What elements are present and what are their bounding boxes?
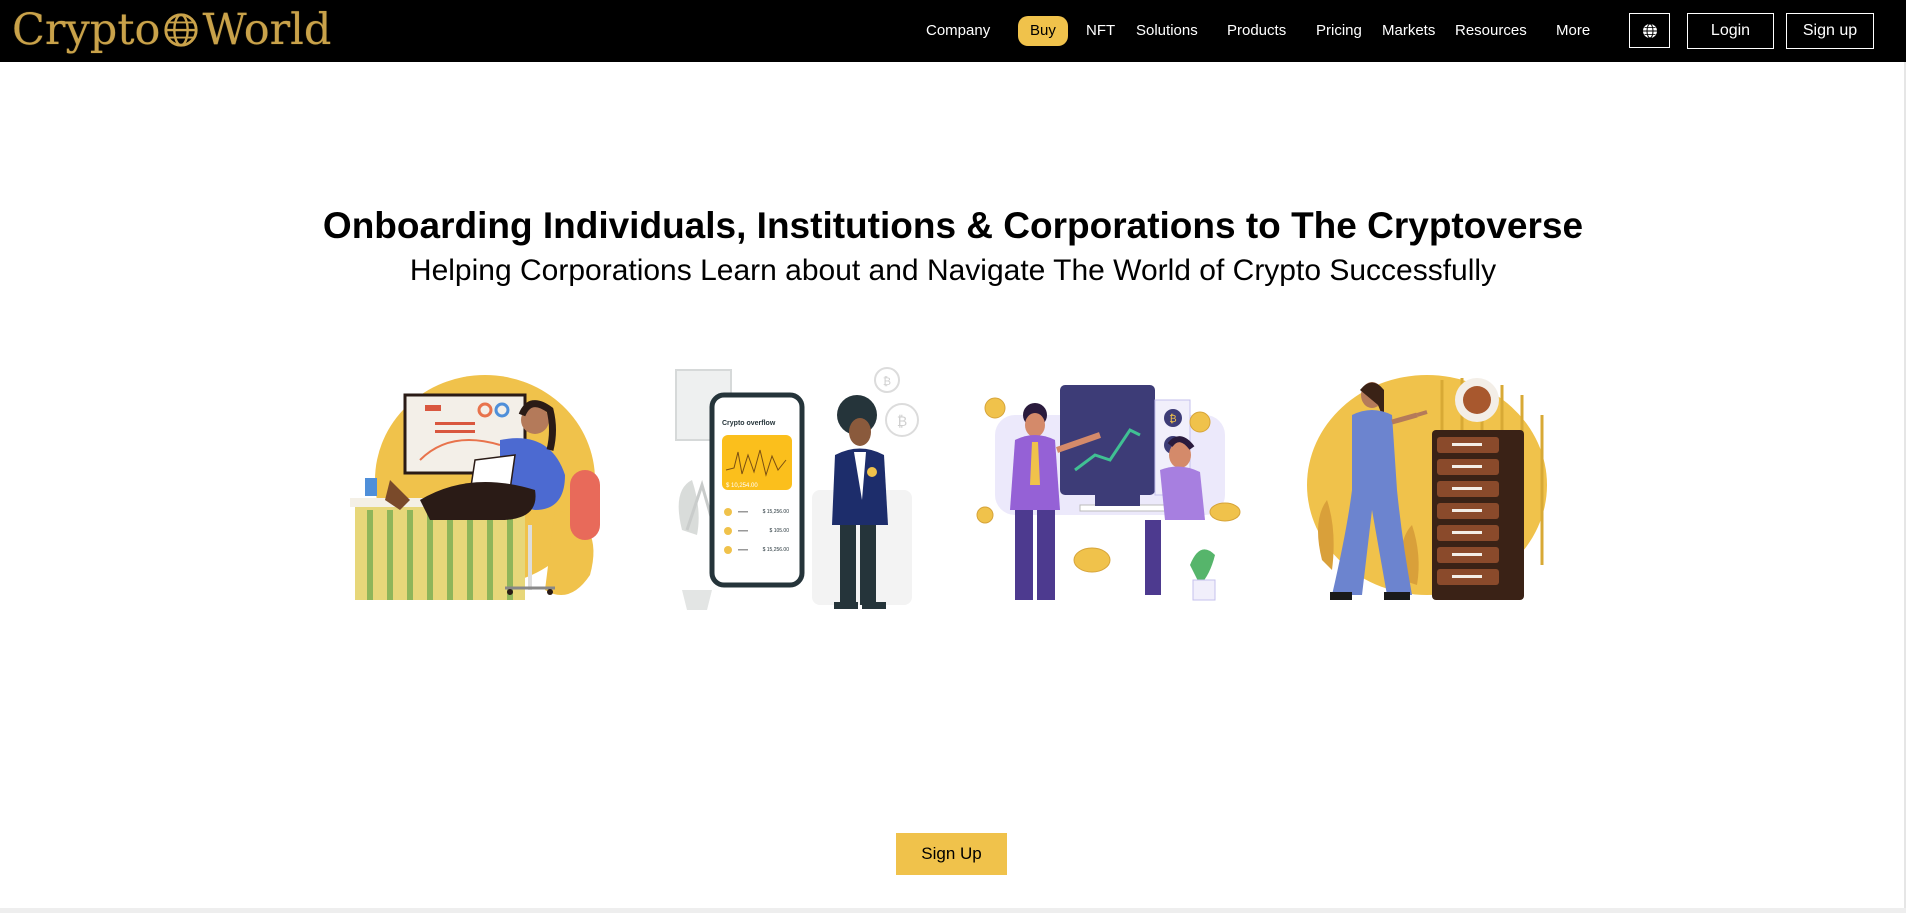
illustration-analyst-laptop: [350, 375, 600, 600]
nav-more[interactable]: More: [1556, 20, 1590, 42]
svg-text:₿: ₿: [897, 414, 907, 430]
phone-row-3: $ 15,256.00: [763, 547, 790, 553]
logo-text-left: Crypto: [12, 5, 161, 55]
illustration-woman-server-rack: [1307, 375, 1547, 600]
phone-row-2: $ 105.00: [770, 528, 790, 534]
svg-text:₿: ₿: [883, 375, 891, 388]
illustration-team-crypto-chart: ₿: [976, 385, 1241, 601]
hero-title: Onboarding Individuals, Institutions & C…: [322, 205, 1584, 246]
hero-signup-button[interactable]: Sign Up: [896, 833, 1007, 875]
signup-button[interactable]: Sign up: [1786, 13, 1874, 49]
nav-resources[interactable]: Resources: [1455, 20, 1527, 42]
illustration-phone-crypto-app: ₿ ₿ Crypto overflow $ 10,254.00 $ 15,256…: [675, 367, 919, 610]
hero-subtitle: Helping Corporations Learn about and Nav…: [409, 254, 1497, 287]
page-bottom-divider: [0, 908, 1906, 913]
nav-solutions[interactable]: Solutions: [1136, 20, 1198, 42]
nav-company[interactable]: Company: [926, 20, 990, 42]
brand-logo[interactable]: Crypto World: [12, 4, 331, 56]
logo-text-right: World: [202, 5, 332, 55]
logo-globe-icon: [164, 13, 199, 47]
svg-text:₿: ₿: [1169, 413, 1176, 425]
phone-row-1: $ 15,256.00: [763, 509, 790, 515]
nav-pricing[interactable]: Pricing: [1316, 20, 1362, 42]
nav-markets[interactable]: Markets: [1382, 20, 1435, 42]
login-button[interactable]: Login: [1687, 13, 1774, 49]
nav-nft[interactable]: NFT: [1086, 20, 1115, 42]
phone-app-title: Crypto overflow: [722, 420, 776, 427]
nav-products[interactable]: Products: [1227, 20, 1286, 42]
globe-icon: [1642, 23, 1657, 38]
top-navigation-bar: Crypto World Company Buy NFT Solutions P…: [0, 0, 1906, 62]
nav-buy[interactable]: Buy: [1018, 16, 1068, 46]
server-rack: [1432, 430, 1524, 600]
phone-balance: $ 10,254.00: [726, 483, 758, 489]
language-button[interactable]: [1629, 13, 1670, 48]
